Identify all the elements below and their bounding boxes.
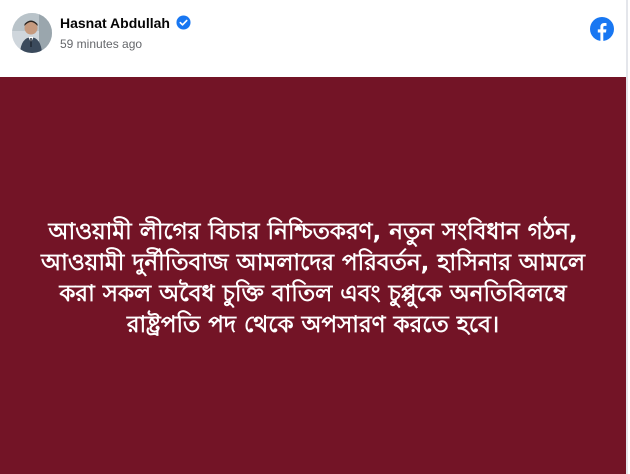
post-card: Hasnat Abdullah 59 minutes ago আওয়ামী ল… [0, 0, 628, 474]
avatar-image [12, 13, 52, 53]
author-avatar[interactable] [12, 13, 52, 53]
post-text: আওয়ামী লীগের বিচার নিশ্চিতকরণ, নতুন সংব… [41, 219, 585, 338]
post-header: Hasnat Abdullah 59 minutes ago [0, 0, 626, 77]
verified-badge-icon [176, 15, 191, 30]
facebook-logo-icon[interactable] [590, 17, 614, 41]
post-timestamp[interactable]: 59 minutes ago [60, 37, 142, 51]
post-body: আওয়ামী লীগের বিচার নিশ্চিতকরণ, নতুন সংব… [0, 77, 626, 474]
author-name[interactable]: Hasnat Abdullah [60, 15, 170, 31]
